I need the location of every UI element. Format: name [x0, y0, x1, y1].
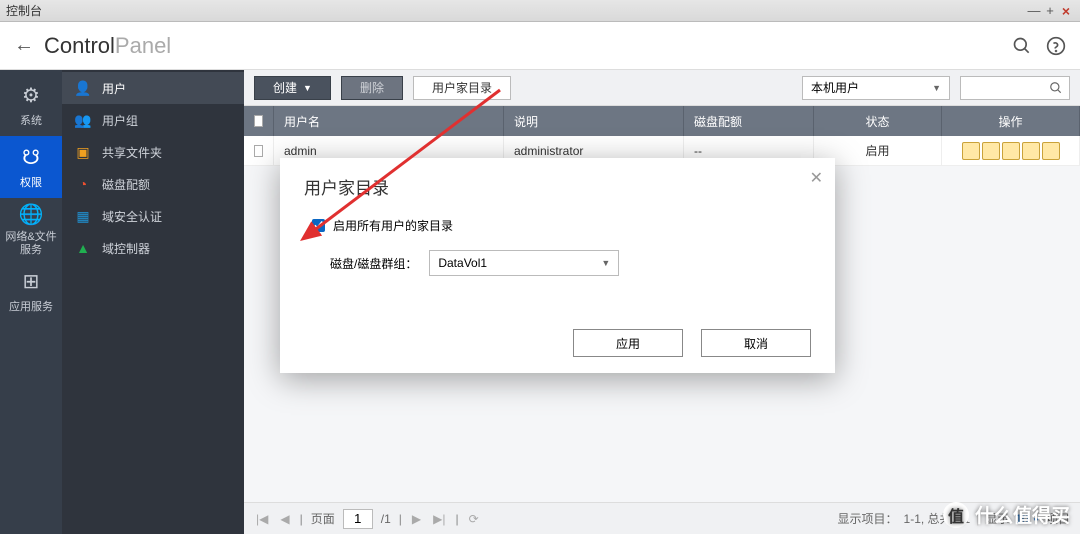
help-icon[interactable]	[1046, 36, 1066, 56]
rail-item-permissions[interactable]: ☋ 权限	[0, 136, 62, 198]
col-header-name[interactable]: 用户名	[274, 106, 504, 136]
rail-label: 权限	[20, 174, 42, 190]
chevron-down-icon: ▼	[601, 258, 610, 268]
sidebar-item-shared-folders[interactable]: ▣ 共享文件夹	[62, 136, 244, 168]
select-value: DataVol1	[438, 256, 487, 270]
minimize-button[interactable]: —	[1026, 3, 1042, 18]
table-header: 用户名 说明 磁盘配额 状态 操作	[244, 106, 1080, 136]
user-icon: ☋	[22, 145, 40, 170]
total-pages: /1	[381, 512, 391, 526]
select-value: 本机用户	[811, 79, 859, 96]
enable-home-checkbox-row[interactable]: 启用所有用户的家目录	[312, 217, 803, 234]
rail-item-system[interactable]: ⚙ 系统	[0, 74, 62, 136]
rail-item-apps[interactable]: ⊞ 应用服务	[0, 260, 62, 322]
refresh-button[interactable]: ⟳	[467, 512, 481, 526]
home-folder-dialog: ✕ 用户家目录 启用所有用户的家目录 磁盘/磁盘群组： DataVol1 ▼ 应…	[280, 158, 835, 373]
apply-button[interactable]: 应用	[573, 329, 683, 357]
row-checkbox[interactable]	[244, 136, 274, 165]
rail-item-network[interactable]: 🌐 网络&文件服务	[0, 198, 62, 260]
checkbox-label: 启用所有用户的家目录	[333, 217, 453, 234]
disk-select[interactable]: DataVol1 ▼	[429, 250, 619, 276]
sidebar-item-users[interactable]: 👤 用户	[62, 72, 244, 104]
maximize-button[interactable]: +	[1042, 3, 1058, 18]
sidebar-item-domain-auth[interactable]: ▦ 域安全认证	[62, 200, 244, 232]
pie-icon: ◔	[74, 175, 92, 193]
delete-button: 删除	[341, 76, 403, 100]
prev-page-button[interactable]: ◀	[278, 512, 291, 526]
dialog-close-button[interactable]: ✕	[810, 168, 823, 188]
app-title-strong: Control	[44, 33, 115, 58]
user-icon: 👤	[74, 79, 92, 97]
cancel-button[interactable]: 取消	[701, 329, 811, 357]
window-titlebar: 控制台 — + ×	[0, 0, 1080, 22]
button-label: 删除	[360, 79, 384, 96]
close-button[interactable]: ×	[1058, 3, 1074, 19]
button-label: 用户家目录	[432, 79, 492, 96]
app-title: ControlPanel	[44, 33, 171, 59]
building-icon: ▲	[74, 239, 92, 257]
watermark: 值 什么值得买	[943, 501, 1070, 528]
chevron-down-icon: ▼	[932, 83, 941, 93]
search-icon	[1049, 81, 1063, 95]
toolbar: 创建 ▼ 删除 用户家目录 本机用户 ▼	[244, 70, 1080, 106]
sidebar-item-label: 域安全认证	[102, 208, 162, 225]
sidebar: 👤 用户 👥 用户组 ▣ 共享文件夹 ◔ 磁盘配额 ▦ 域安全认证 ▲ 域控制器	[62, 70, 244, 534]
col-header-quota[interactable]: 磁盘配额	[684, 106, 814, 136]
sidebar-item-groups[interactable]: 👥 用户组	[62, 104, 244, 136]
gear-icon: ⚙	[22, 83, 40, 108]
sidebar-item-label: 用户组	[102, 112, 138, 129]
sidebar-item-domain-controller[interactable]: ▲ 域控制器	[62, 232, 244, 264]
user-filter-select[interactable]: 本机用户 ▼	[802, 76, 950, 100]
rail-label: 网络&文件服务	[0, 231, 62, 255]
sidebar-item-label: 共享文件夹	[102, 144, 162, 161]
dialog-title: 用户家目录	[304, 170, 811, 211]
col-header-desc[interactable]: 说明	[504, 106, 684, 136]
user-icon[interactable]	[1002, 142, 1020, 160]
last-page-button[interactable]: ▶|	[431, 512, 447, 526]
sidebar-item-label: 用户	[102, 80, 126, 97]
select-all-checkbox[interactable]	[244, 106, 274, 136]
chevron-down-icon: ▼	[303, 83, 312, 93]
globe-icon: 🌐	[19, 202, 44, 227]
shield-icon: ▦	[74, 207, 92, 225]
users-icon: 👥	[74, 111, 92, 129]
next-page-button[interactable]: ▶	[410, 512, 423, 526]
first-page-button[interactable]: |◀	[254, 512, 270, 526]
search-input[interactable]	[960, 76, 1070, 100]
cell-ops	[942, 136, 1080, 165]
folder-icon: ▣	[74, 143, 92, 161]
enable-home-checkbox[interactable]	[312, 219, 325, 232]
create-button[interactable]: 创建 ▼	[254, 76, 331, 100]
grid-icon: ⊞	[23, 269, 40, 294]
button-label: 创建	[273, 79, 297, 96]
col-header-ops: 操作	[942, 106, 1080, 136]
sidebar-item-quota[interactable]: ◔ 磁盘配额	[62, 168, 244, 200]
note-icon[interactable]	[982, 142, 1000, 160]
field-label: 磁盘/磁盘群组：	[330, 255, 417, 272]
page-input[interactable]	[343, 509, 373, 529]
disk-field-row: 磁盘/磁盘群组： DataVol1 ▼	[312, 250, 803, 276]
rail-label: 系统	[20, 112, 42, 128]
col-header-status[interactable]: 状态	[814, 106, 942, 136]
sync-icon[interactable]	[1042, 142, 1060, 160]
summary-prefix: 显示项目：	[838, 510, 898, 527]
watermark-badge: 值	[943, 502, 969, 528]
page-label: 页面	[311, 510, 335, 527]
edit-icon[interactable]	[962, 142, 980, 160]
app-title-light: Panel	[115, 33, 171, 58]
home-folder-button[interactable]: 用户家目录	[413, 76, 511, 100]
sidebar-item-label: 磁盘配额	[102, 176, 150, 193]
app-header: ← ControlPanel	[0, 22, 1080, 70]
watermark-text: 什么值得买	[975, 501, 1070, 528]
back-button[interactable]: ←	[14, 34, 34, 57]
lock-icon[interactable]	[1022, 142, 1040, 160]
nav-rail: ⚙ 系统 ☋ 权限 🌐 网络&文件服务 ⊞ 应用服务	[0, 70, 62, 534]
window-title: 控制台	[6, 2, 1026, 19]
sidebar-item-label: 域控制器	[102, 240, 150, 257]
rail-label: 应用服务	[9, 298, 53, 314]
search-icon[interactable]	[1012, 36, 1032, 56]
